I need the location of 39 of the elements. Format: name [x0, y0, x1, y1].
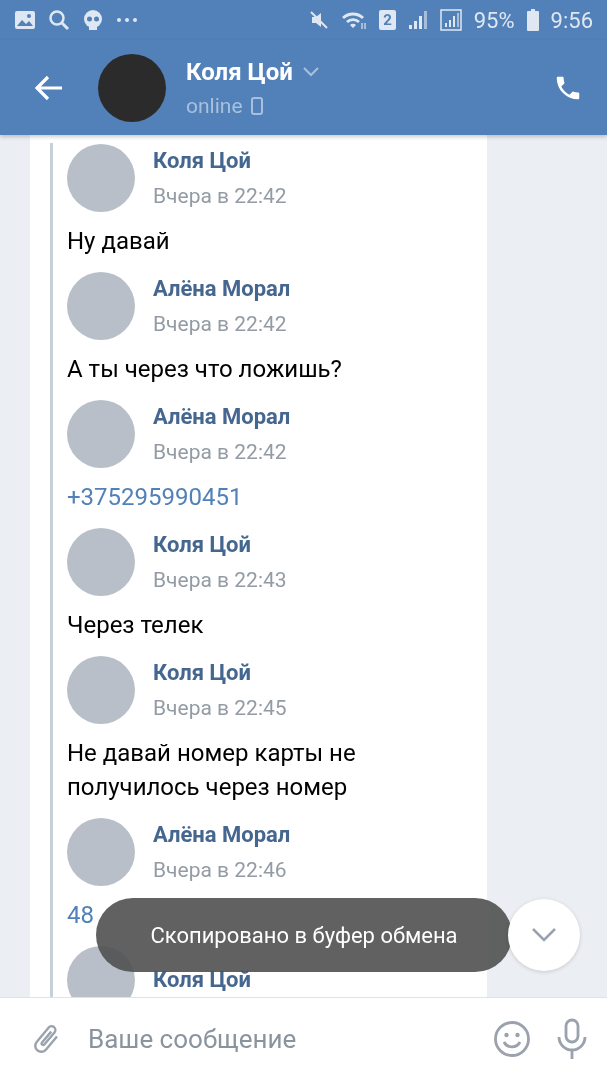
copied-toast: Скопировано в буфер обмена [96, 898, 512, 972]
sender-name[interactable]: Алёна Морал [153, 403, 291, 431]
wifi-icon [341, 10, 368, 30]
chevron-down-icon [531, 927, 557, 943]
message-time: Вчера в 22:45 [153, 695, 287, 721]
search-icon [48, 9, 70, 31]
message-text: Через телек [67, 610, 205, 641]
chat-title[interactable]: Коля Цой [186, 57, 293, 86]
smiley-icon[interactable] [493, 1020, 531, 1058]
message-text: Не давай номер карты не получилось через номер [67, 738, 357, 803]
image-icon [14, 10, 36, 30]
message-link[interactable]: +375295990451 [67, 480, 263, 514]
battery-icon [526, 9, 539, 31]
battery-level: 95% [473, 7, 515, 33]
message-time: Вчера в 22:42 [153, 183, 287, 209]
back-icon[interactable] [34, 74, 64, 101]
sender-name[interactable]: Коля Цой [153, 659, 287, 687]
sim-badge: 2 [379, 10, 396, 30]
message-time: Вчера в 22:46 [153, 857, 288, 883]
message-time: Вчера в 22:42 [153, 311, 288, 337]
skull-icon [82, 9, 104, 31]
microphone-icon[interactable] [555, 1018, 589, 1060]
sender-name[interactable]: Коля Цой [153, 531, 287, 559]
message-input[interactable]: Ваше сообщение [88, 1020, 469, 1058]
clock: 9:56 [550, 7, 593, 33]
message-text: А ты через что ложишь? [67, 354, 343, 385]
online-status: online [186, 93, 243, 118]
caret-icon[interactable] [302, 66, 319, 77]
more-icon [116, 17, 138, 23]
signal-icon [407, 10, 428, 30]
mobile-icon [250, 96, 263, 115]
message-text: Ну давай [67, 226, 171, 257]
sender-name[interactable]: Алёна Морал [153, 821, 291, 849]
sender-name[interactable]: Коля Цой [153, 147, 287, 175]
sender-name[interactable]: Алёна Морал [153, 275, 291, 303]
message-time: Вчера в 22:42 [153, 439, 288, 465]
message-time: Вчера в 22:43 [153, 567, 287, 593]
signal-icon [439, 9, 462, 31]
mute-icon [309, 10, 330, 30]
